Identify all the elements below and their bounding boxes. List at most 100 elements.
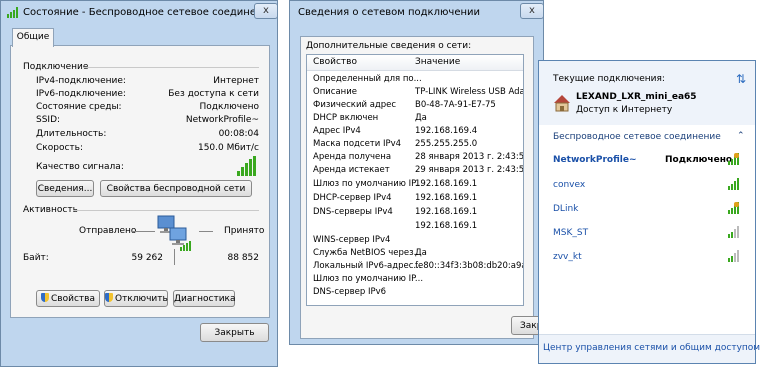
media-state-value: Подключено bbox=[199, 102, 259, 112]
details-subtitle: Дополнительные сведения о сети: bbox=[306, 41, 472, 51]
table-row[interactable]: Адрес IPv4 192.168.169.4 bbox=[307, 126, 523, 138]
disable-button-label: Отключить bbox=[115, 294, 168, 304]
table-row[interactable]: 192.168.169.1 bbox=[307, 221, 523, 233]
ssid-value: NetworkProfile~ bbox=[185, 115, 259, 125]
row-value: 255.255.255.0 bbox=[415, 139, 478, 149]
details-titlebar[interactable]: Сведения о сетевом подключении x bbox=[290, 1, 544, 25]
row-property: Определенный для по... bbox=[313, 74, 422, 84]
tab-general[interactable]: Общие bbox=[12, 28, 54, 47]
current-connections-label: Текущие подключения: bbox=[553, 74, 665, 84]
chevron-up-icon[interactable]: ⌃ bbox=[737, 131, 745, 141]
table-row[interactable]: Аренда получена 28 января 2013 г. 2:43:56 bbox=[307, 152, 523, 164]
table-row[interactable]: DHCP включен Да bbox=[307, 113, 523, 125]
general-tab-panel: Подключение IPv4-подключение: Интернет I… bbox=[10, 45, 270, 318]
table-row[interactable]: DNS-сервер IPv6 bbox=[307, 287, 523, 299]
wireless-properties-button[interactable]: Свойства беспроводной сети bbox=[100, 180, 252, 197]
bytes-sent-value: 59 262 bbox=[131, 253, 164, 263]
row-property: Адрес IPv4 bbox=[313, 126, 361, 136]
status-window: Состояние - Беспроводное сетевое соедине… bbox=[0, 0, 278, 367]
network-item-dlink[interactable]: DLink bbox=[539, 198, 755, 220]
bytes-divider bbox=[174, 249, 175, 265]
signal-quality-label: Качество сигнала: bbox=[36, 162, 124, 172]
row-value: 29 января 2013 г. 2:43:56 bbox=[415, 165, 524, 175]
details-listview[interactable]: Свойство Значение Определенный для по...… bbox=[306, 54, 524, 306]
table-row[interactable]: Шлюз по умолчанию IP... bbox=[307, 274, 523, 286]
shield-icon bbox=[105, 293, 113, 302]
table-row[interactable]: Физический адрес B0-48-7A-91-E7-75 bbox=[307, 100, 523, 112]
row-property: Шлюз по умолчанию IP... bbox=[313, 274, 424, 284]
disable-button[interactable]: Отключить bbox=[104, 290, 168, 307]
signal-quality-icon bbox=[237, 156, 257, 176]
secured-signal-icon bbox=[728, 153, 740, 165]
speed-label: Скорость: bbox=[36, 143, 83, 153]
status-close-button[interactable]: Закрыть bbox=[200, 323, 269, 342]
wireless-section-label: Беспроводное сетевое соединение bbox=[553, 132, 721, 142]
table-row[interactable]: Шлюз по умолчанию IP... 192.168.169.1 bbox=[307, 179, 523, 191]
row-property: DNS-сервер IPv6 bbox=[313, 287, 387, 297]
row-value: 192.168.169.1 bbox=[415, 179, 478, 189]
details-close-icon[interactable]: x bbox=[520, 3, 544, 19]
current-network-name: LEXAND_LXR_mini_ea65 bbox=[576, 92, 697, 102]
section-divider bbox=[73, 210, 259, 211]
network-item-msk-st[interactable]: MSK_ST bbox=[539, 222, 755, 244]
connection-section-label: Подключение bbox=[23, 62, 89, 72]
network-name: MSK_ST bbox=[553, 228, 589, 238]
table-row[interactable]: WINS-сервер IPv4 bbox=[307, 235, 523, 247]
row-property: Описание bbox=[313, 87, 357, 97]
network-center-link[interactable]: Центр управления сетями и общим доступом bbox=[543, 343, 760, 353]
table-row[interactable]: DNS-серверы IPv4 192.168.169.1 bbox=[307, 207, 523, 219]
row-value: Да bbox=[415, 113, 427, 123]
status-titlebar[interactable]: Состояние - Беспроводное сетевое соедине… bbox=[1, 1, 278, 25]
table-row[interactable]: Служба NetBIOS через... Да bbox=[307, 248, 523, 260]
sent-label: Отправлено bbox=[79, 226, 137, 236]
refresh-icon[interactable]: ⇅ bbox=[736, 72, 746, 86]
ipv6-label: IPv6-подключение: bbox=[36, 89, 126, 99]
row-property: Служба NetBIOS через... bbox=[313, 248, 422, 258]
row-value: 28 января 2013 г. 2:43:56 bbox=[415, 152, 524, 162]
table-row[interactable]: DHCP-сервер IPv4 192.168.169.1 bbox=[307, 193, 523, 205]
details-window-title: Сведения о сетевом подключении bbox=[298, 7, 481, 18]
media-state-label: Состояние среды: bbox=[36, 102, 122, 112]
signal-icon bbox=[728, 250, 740, 262]
row-property: Локальный IPv6-адрес... bbox=[313, 261, 422, 271]
row-property: DHCP включен bbox=[313, 113, 379, 123]
network-item-networkprofile[interactable]: NetworkProfile~ Подключено bbox=[539, 149, 755, 171]
ipv4-value: Интернет bbox=[213, 76, 259, 86]
current-network-status: Доступ к Интернету bbox=[576, 105, 673, 115]
table-row[interactable]: Локальный IPv6-адрес... fe80::34f3:3b08:d… bbox=[307, 261, 523, 273]
column-header-property[interactable]: Свойство bbox=[313, 57, 357, 67]
bytes-received-value: 88 852 bbox=[227, 253, 260, 263]
table-row[interactable]: Маска подсети IPv4 255.255.255.0 bbox=[307, 139, 523, 151]
row-property: Аренда истекает bbox=[313, 165, 390, 175]
status-close-icon[interactable]: x bbox=[254, 3, 278, 19]
network-item-convex[interactable]: convex bbox=[539, 174, 755, 196]
diagnose-button[interactable]: Диагностика bbox=[173, 290, 236, 307]
sent-line bbox=[133, 231, 155, 232]
table-row[interactable]: Аренда истекает 29 января 2013 г. 2:43:56 bbox=[307, 165, 523, 177]
row-value: 192.168.169.4 bbox=[415, 126, 478, 136]
network-computers-icon bbox=[156, 214, 196, 252]
table-row[interactable]: Определенный для по... bbox=[307, 74, 523, 86]
details-window: Сведения о сетевом подключении x Дополни… bbox=[289, 0, 551, 345]
table-row[interactable]: Описание TP-LINK Wireless USB Adapter bbox=[307, 87, 523, 99]
network-name: zvv_kt bbox=[553, 252, 582, 262]
properties-button-label: Свойства bbox=[51, 294, 95, 304]
network-name: convex bbox=[553, 180, 586, 190]
status-window-title: Состояние - Беспроводное сетевое соедине… bbox=[23, 7, 276, 18]
properties-button[interactable]: Свойства bbox=[36, 290, 100, 307]
row-value: 192.168.169.1 bbox=[415, 221, 478, 231]
network-name: NetworkProfile~ bbox=[553, 155, 637, 165]
details-button[interactable]: Сведения... bbox=[36, 180, 94, 197]
duration-value: 00:08:04 bbox=[218, 129, 259, 139]
network-name: DLink bbox=[553, 204, 579, 214]
row-property: DNS-серверы IPv4 bbox=[313, 207, 393, 217]
network-item-zvv-kt[interactable]: zvv_kt bbox=[539, 246, 755, 268]
row-property: WINS-сервер IPv4 bbox=[313, 235, 391, 245]
duration-label: Длительность: bbox=[36, 129, 107, 139]
row-property: Аренда получена bbox=[313, 152, 392, 162]
received-label: Принято bbox=[224, 226, 265, 236]
section-divider bbox=[83, 67, 259, 68]
column-header-value[interactable]: Значение bbox=[415, 57, 460, 67]
bytes-label: Байт: bbox=[23, 253, 49, 263]
row-value: 192.168.169.1 bbox=[415, 207, 478, 217]
